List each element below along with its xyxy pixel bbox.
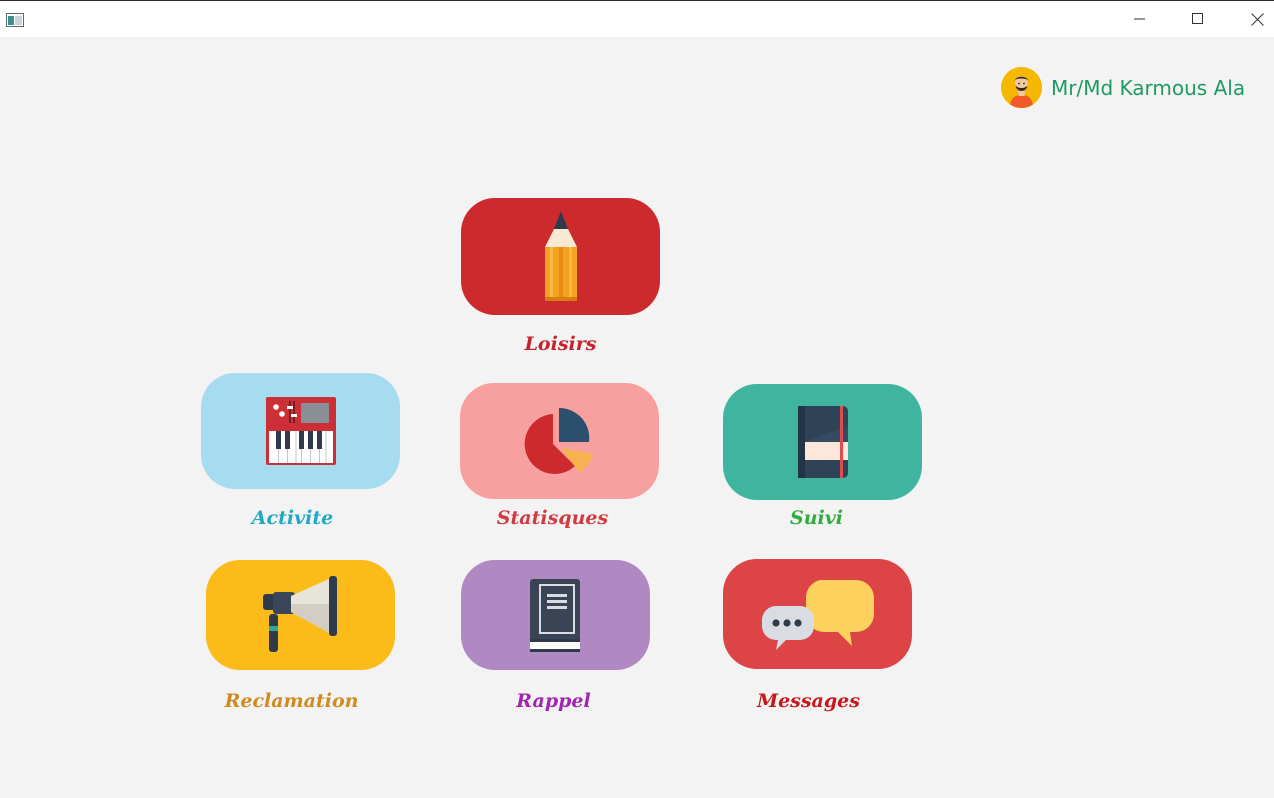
- user-avatar-icon: [1001, 67, 1042, 108]
- rappel-label[interactable]: Rappel: [454, 690, 653, 712]
- activite-label[interactable]: Activite: [193, 507, 392, 529]
- notebook-icon: [797, 406, 848, 478]
- reclamation-label[interactable]: Reclamation: [192, 690, 391, 712]
- suivi-button[interactable]: [723, 384, 922, 500]
- messages-button[interactable]: [723, 559, 912, 669]
- suivi-label[interactable]: Suivi: [717, 507, 916, 529]
- statisques-button[interactable]: [460, 383, 659, 499]
- statisques-label[interactable]: Statisques: [453, 507, 652, 529]
- messages-label[interactable]: Messages: [709, 690, 908, 712]
- user-profile[interactable]: Mr/Md Karmous Ala: [1001, 67, 1245, 108]
- minimize-button[interactable]: [1117, 1, 1163, 37]
- window-title-bar: [0, 0, 1274, 37]
- minimize-icon: [1134, 18, 1145, 20]
- user-name: Mr/Md Karmous Ala: [1051, 75, 1246, 100]
- synthesizer-icon: [265, 397, 336, 465]
- maximize-button[interactable]: [1175, 1, 1221, 37]
- chat-bubbles-icon: [761, 580, 874, 650]
- pencil-icon: [544, 210, 577, 301]
- loisirs-label[interactable]: Loisirs: [461, 333, 660, 355]
- app-icon: [6, 12, 24, 27]
- megaphone-icon: [262, 576, 337, 652]
- pie-chart-icon: [524, 407, 593, 474]
- book-icon: [529, 579, 580, 652]
- close-icon: [1250, 12, 1264, 26]
- activite-button[interactable]: [201, 373, 400, 489]
- reclamation-button[interactable]: [206, 560, 395, 670]
- loisirs-button[interactable]: [461, 198, 660, 315]
- rappel-button[interactable]: [461, 560, 650, 670]
- close-button[interactable]: [1234, 1, 1274, 37]
- maximize-icon: [1192, 13, 1203, 24]
